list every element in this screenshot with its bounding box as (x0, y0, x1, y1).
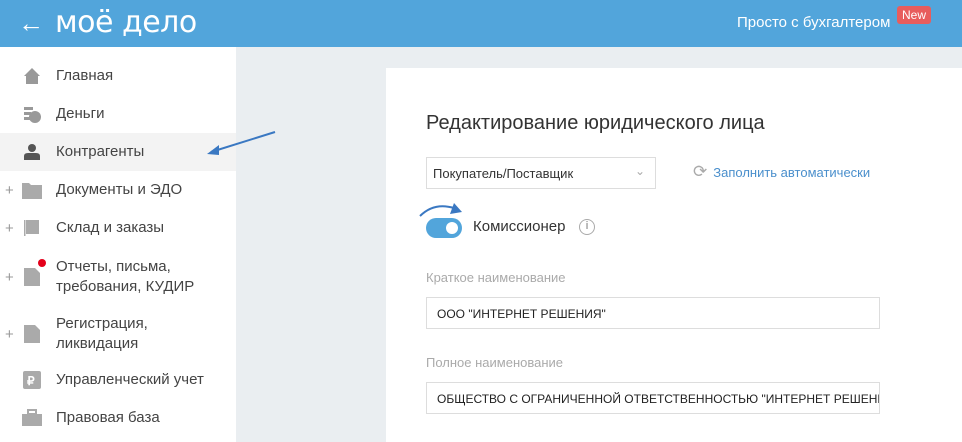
top-bar: ← моё дело Просто с бухгалтером New (0, 0, 962, 47)
sidebar-item-label: Документы и ЭДО (56, 181, 183, 198)
svg-text:₽: ₽ (27, 374, 35, 388)
arrow-left-icon[interactable]: ← (18, 8, 44, 39)
expand-icon[interactable]: + (5, 220, 14, 237)
expand-icon[interactable]: + (5, 326, 14, 343)
ruble-icon: ₽ (22, 370, 42, 390)
sidebar-item-label: Правовая база (56, 409, 160, 426)
short-name-label: Краткое наименование (426, 270, 566, 285)
annotation-arrow-icon (419, 203, 462, 217)
sidebar-item-legal[interactable]: Правовая база (0, 399, 236, 437)
annotation-arrow-icon (207, 131, 276, 155)
info-icon[interactable]: i (579, 219, 595, 235)
expand-icon[interactable]: + (5, 269, 14, 286)
sidebar-item-label: Склад и заказы (56, 219, 165, 236)
short-name-input[interactable]: ООО "ИНТЕРНЕТ РЕШЕНИЯ" (426, 297, 880, 329)
sidebar-item-management[interactable]: ₽ Управленческий учет (0, 361, 236, 399)
sidebar-item-home[interactable]: Главная (0, 57, 236, 95)
person-icon (22, 142, 42, 162)
logo[interactable]: моё дело (55, 5, 197, 40)
sidebar-item-label: Управленческий учет (56, 371, 204, 388)
edit-legal-entity-form: Редактирование юридического лица Покупат… (386, 68, 962, 442)
sidebar-item-label: Отчеты, письма, требования, КУДИР (56, 258, 195, 295)
autofill-link[interactable]: ⟳ Заполнить автоматически (693, 162, 870, 182)
registration-icon (22, 324, 42, 344)
full-name-input[interactable]: ОБЩЕСТВО С ОГРАНИЧЕННОЙ ОТВЕТСТВЕННОСТЬЮ… (426, 382, 880, 414)
report-icon (22, 259, 46, 287)
sidebar-item-money[interactable]: Деньги (0, 95, 236, 133)
sidebar-item-contractors[interactable]: Контрагенты (0, 133, 236, 171)
sidebar: Главная Деньги Контрагенты + Документы и… (0, 47, 236, 442)
sidebar-item-reports[interactable]: + Отчеты, письма, требования, КУДИР (0, 252, 236, 302)
commissioner-toggle[interactable] (426, 218, 462, 238)
briefcase-icon (22, 408, 42, 428)
promo-link[interactable]: Просто с бухгалтером (737, 14, 890, 31)
sidebar-item-warehouse[interactable]: + Склад и заказы (0, 209, 236, 247)
sidebar-item-label: Главная (56, 67, 114, 84)
refresh-icon: ⟳ (693, 162, 708, 181)
autofill-label: Заполнить автоматически (713, 164, 871, 180)
new-badge: New (897, 6, 932, 24)
full-name-label: Полное наименование (426, 355, 564, 370)
contractor-type-select[interactable]: Покупатель/Поставщик ⌄ (426, 157, 656, 189)
sidebar-item-registration[interactable]: + Регистрация, ликвидация (0, 309, 236, 359)
selected-value: Покупатель/Поставщик (433, 166, 574, 181)
warehouse-icon (22, 218, 42, 238)
sidebar-item-label: Деньги (56, 105, 105, 122)
sidebar-item-label: Регистрация, ликвидация (56, 315, 148, 352)
sidebar-item-label: Контрагенты (56, 143, 145, 160)
expand-icon[interactable]: + (5, 182, 14, 199)
sidebar-item-documents[interactable]: + Документы и ЭДО (0, 171, 236, 209)
notification-dot (38, 259, 46, 267)
page-title: Редактирование юридического лица (426, 112, 765, 134)
commissioner-label: Комиссионер (473, 218, 566, 235)
home-icon (22, 66, 42, 86)
chevron-down-icon: ⌄ (634, 164, 645, 178)
money-icon (22, 104, 42, 124)
folder-icon (22, 180, 42, 200)
